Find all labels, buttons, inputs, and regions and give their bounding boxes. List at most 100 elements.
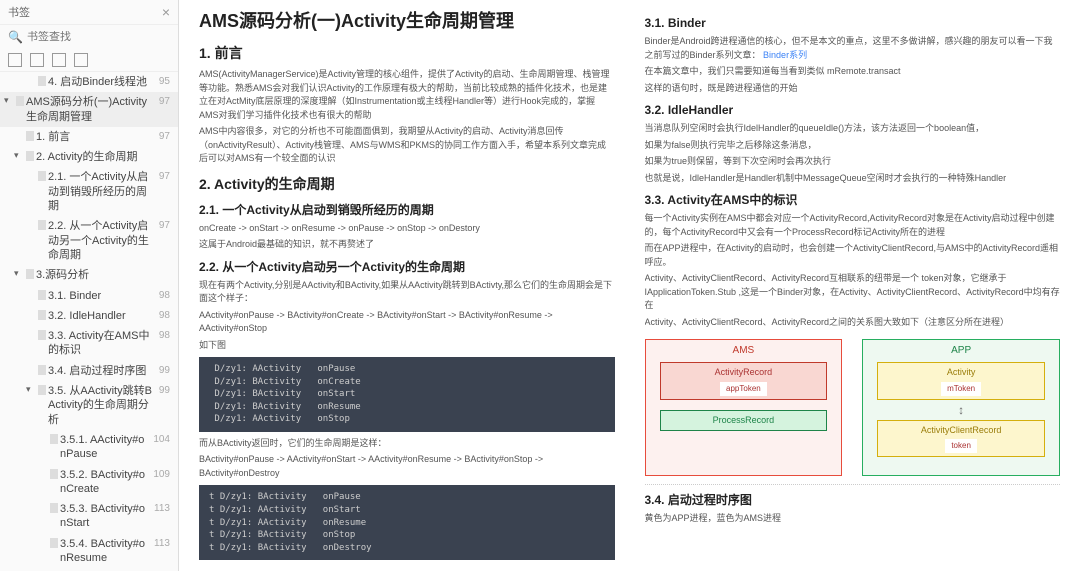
paragraph: 这属于Android最基础的知识，就不再赘述了 bbox=[199, 238, 615, 252]
code-block-2: t D/zy1: BActivity onPause t D/zy1: AAct… bbox=[199, 485, 615, 560]
toc-item-label: 1. 前言 bbox=[36, 130, 70, 144]
toc-page-number: 95 bbox=[159, 75, 170, 88]
toc-item[interactable]: 4. 启动Binder线程池 95 bbox=[0, 72, 178, 92]
toc-item-label: 3.5.1. AActivity#onPause bbox=[60, 433, 149, 462]
toc-item-label: 3.5.4. BActivity#onResume bbox=[60, 537, 150, 566]
toc-arrow-icon[interactable]: ▾ bbox=[4, 95, 14, 107]
toc-item[interactable]: ▾ 3.5. 从AActivity跳转BActivity的生命周期分析 99 bbox=[0, 381, 178, 430]
toc-page-number: 109 bbox=[153, 468, 170, 481]
diagram-token: token bbox=[945, 439, 977, 453]
paragraph: 当消息队列空闲时会执行IdelHandler的queueIdle()方法，该方法… bbox=[645, 122, 1061, 136]
toc-page-number: 99 bbox=[159, 384, 170, 397]
toc-item[interactable]: ▾ 3.源码分析 bbox=[0, 265, 178, 285]
toc-item[interactable]: 3.5.4. BActivity#onResume 113 bbox=[0, 534, 178, 569]
toc-item[interactable]: 3.2. IdleHandler98 bbox=[0, 306, 178, 326]
toc-item-label: 3.5.2. BActivity#onCreate bbox=[60, 468, 149, 497]
paragraph: Activity、ActivityClientRecord、ActivityRe… bbox=[645, 316, 1061, 330]
toc-item-label: 3.源码分析 bbox=[36, 268, 89, 282]
page-icon bbox=[16, 96, 24, 106]
toc-item-label: AMS源码分析(一)Activity生命周期管理 bbox=[26, 95, 155, 124]
page-icon bbox=[50, 434, 58, 444]
page-icon bbox=[26, 131, 34, 141]
paragraph: BActivity#onPause -> AActivity#onStart -… bbox=[199, 453, 615, 480]
toc-item[interactable]: 3.4. 启动过程时序图99 bbox=[0, 361, 178, 381]
paragraph: 在本篇文章中，我们只需要知道每当看到类似 mRemote.transact bbox=[645, 65, 1061, 79]
toc-page-number: 98 bbox=[159, 309, 170, 322]
tool-row bbox=[0, 49, 178, 72]
diagram-ams-box: AMS ActivityRecord appToken ProcessRecor… bbox=[645, 339, 843, 476]
content: AMS源码分析(一)Activity生命周期管理 1. 前言 AMS(Activ… bbox=[179, 0, 1080, 571]
toc-page-number: 98 bbox=[159, 289, 170, 302]
heading-2-2: 2.2. 从一个Activity启动另一个Activity的生命周期 bbox=[199, 258, 615, 276]
diagram-ams-title: AMS bbox=[733, 343, 755, 358]
heading-3-1: 3.1. Binder bbox=[645, 14, 1061, 32]
paragraph: 这样的语句时，既是跨进程通信的开始 bbox=[645, 82, 1061, 96]
toc-item[interactable]: 3.5.1. AActivity#onPause 104 bbox=[0, 430, 178, 465]
toc-item-label: 2. Activity的生命周期 bbox=[36, 150, 137, 164]
toc-item[interactable]: ▾ 2. Activity的生命周期 bbox=[0, 147, 178, 167]
toc-item[interactable]: 3.5.2. BActivity#onCreate 109 bbox=[0, 465, 178, 500]
page-icon bbox=[50, 503, 58, 513]
paragraph: Activity、ActivityClientRecord、ActivityRe… bbox=[645, 272, 1061, 313]
toc-item[interactable]: ▾ AMS源码分析(一)Activity生命周期管理 97 bbox=[0, 92, 178, 127]
toc-arrow-icon[interactable]: ▾ bbox=[14, 150, 24, 162]
tool-icon-3[interactable] bbox=[52, 53, 66, 67]
paragraph: AMS中内容很多，对它的分析也不可能面面俱到，我期望从Activity的启动、A… bbox=[199, 125, 615, 166]
paragraph: 也就是说，IdleHandler是Handler机制中MessageQueue空… bbox=[645, 172, 1061, 186]
link-binder-series[interactable]: Binder系列 bbox=[763, 50, 807, 60]
toc-item[interactable]: 3.3. Activity在AMS中的标识 98 bbox=[0, 326, 178, 361]
paragraph: AMS(ActivityManagerService)是Activity管理的核… bbox=[199, 68, 615, 122]
search-input[interactable] bbox=[27, 31, 170, 43]
diagram-activity-record: ActivityRecord appToken bbox=[660, 362, 828, 400]
sidebar: 书签 × 🔍 4. 启动Binder线程池 95 ▾ AMS源码分析(一)Activi… bbox=[0, 0, 179, 571]
toc-page-number: 113 bbox=[154, 502, 170, 515]
page-icon bbox=[38, 290, 46, 300]
code-block-1: D/zy1: AActivity onPause D/zy1: BActivit… bbox=[199, 357, 615, 432]
toc-item-label: 3.5.3. BActivity#onStart bbox=[60, 502, 150, 531]
toc-arrow-icon[interactable]: ▾ bbox=[14, 268, 24, 280]
toc-page-number: 104 bbox=[153, 433, 170, 446]
paragraph: 如果为true则保留，等到下次空闲时会再次执行 bbox=[645, 155, 1061, 169]
diagram-mtoken: mToken bbox=[941, 382, 981, 396]
close-icon[interactable]: × bbox=[162, 4, 170, 20]
heading-3-2: 3.2. IdleHandler bbox=[645, 101, 1061, 119]
tool-icon-4[interactable] bbox=[74, 53, 88, 67]
toc-page-number: 97 bbox=[159, 95, 170, 108]
toc-item[interactable]: 2.2. 从一个Activity启动另一个Activity的生命周期97 bbox=[0, 216, 178, 265]
heading-3-3: 3.3. Activity在AMS中的标识 bbox=[645, 191, 1061, 209]
toc-item[interactable]: 3.5.3. BActivity#onStart 113 bbox=[0, 499, 178, 534]
sidebar-header: 书签 × bbox=[0, 0, 178, 25]
sidebar-title: 书签 bbox=[8, 4, 30, 20]
diagram-activity: Activity mToken bbox=[877, 362, 1045, 400]
toc-list[interactable]: 4. 启动Binder线程池 95 ▾ AMS源码分析(一)Activity生命周期管… bbox=[0, 72, 178, 571]
tool-icon-1[interactable] bbox=[8, 53, 22, 67]
search-row: 🔍 bbox=[0, 25, 178, 49]
heading-3-4: 3.4. 启动过程时序图 bbox=[645, 491, 1061, 509]
paragraph: onCreate -> onStart -> onResume -> onPau… bbox=[199, 222, 615, 236]
toc-item[interactable]: 3.1. Binder98 bbox=[0, 286, 178, 306]
heading-2-1: 2.1. 一个Activity从启动到销毁所经历的周期 bbox=[199, 201, 615, 219]
toc-item-label: 3.5. 从AActivity跳转BActivity的生命周期分析 bbox=[48, 384, 155, 427]
toc-item[interactable]: 2.1. 一个Activity从启动到销毁所经历的周期97 bbox=[0, 167, 178, 216]
paragraph: 而从BActivity返回时，它们的生命周期是这样： bbox=[199, 437, 615, 451]
page-icon bbox=[38, 76, 46, 86]
page-icon bbox=[38, 220, 46, 230]
page-title: AMS源码分析(一)Activity生命周期管理 bbox=[199, 8, 615, 35]
toc-page-number: 98 bbox=[159, 329, 170, 342]
search-icon: 🔍 bbox=[8, 30, 23, 44]
tool-icon-2[interactable] bbox=[30, 53, 44, 67]
page-icon bbox=[50, 538, 58, 548]
arrow-icon: ↕ bbox=[877, 404, 1045, 416]
toc-page-number: 113 bbox=[154, 537, 170, 550]
toc-item[interactable]: 1. 前言97 bbox=[0, 127, 178, 147]
page-icon bbox=[26, 151, 34, 161]
toc-item-label: 4. 启动Binder线程池 bbox=[48, 75, 147, 89]
page-icon bbox=[50, 469, 58, 479]
toc-item-label: 3.3. Activity在AMS中的标识 bbox=[48, 329, 155, 358]
page-icon bbox=[38, 385, 46, 395]
toc-arrow-icon[interactable]: ▾ bbox=[26, 384, 36, 396]
paragraph: 每一个Activity实例在AMS中都会对应一个ActivityRecord,A… bbox=[645, 212, 1061, 239]
diagram-app-token: appToken bbox=[720, 382, 767, 396]
diagram-process-record: ProcessRecord bbox=[660, 410, 828, 432]
page-icon bbox=[38, 330, 46, 340]
